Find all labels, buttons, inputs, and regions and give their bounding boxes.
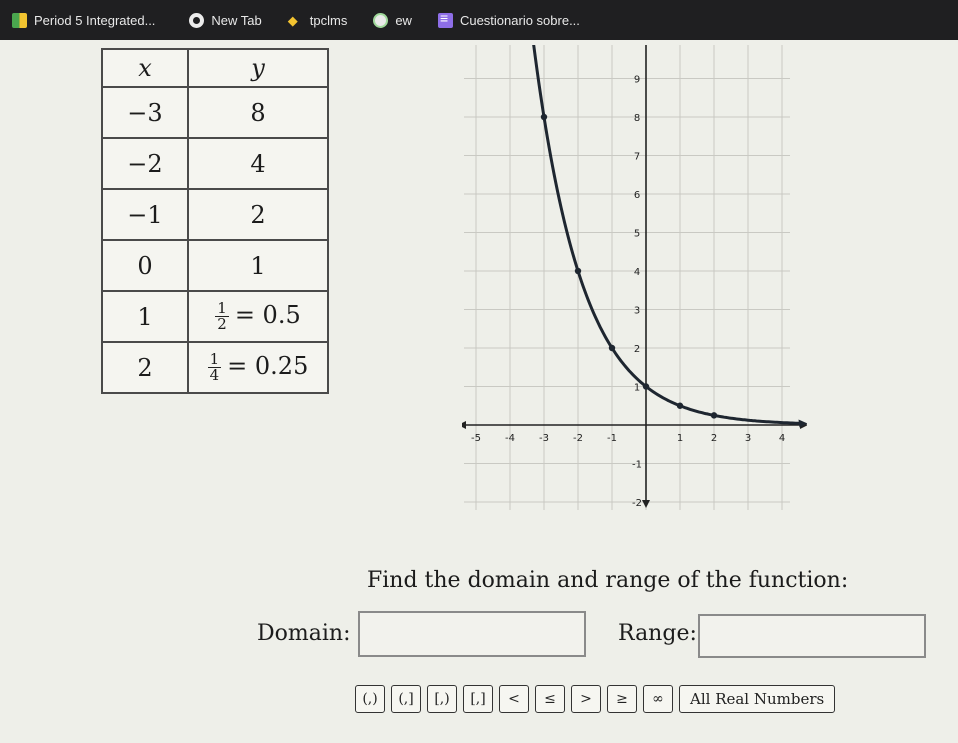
bookmark-cuestionario[interactable]: Cuestionario sobre...	[434, 0, 584, 40]
table-row: 2 1 4 = 0.25	[101, 341, 329, 394]
y-tick-label: 9	[634, 75, 640, 86]
function-curve	[532, 45, 803, 425]
bookmark-label: tpclms	[309, 12, 348, 28]
data-point	[676, 402, 684, 409]
table-header-y: y	[187, 48, 329, 88]
less-than-button[interactable]: <	[499, 685, 529, 713]
bookmark-label: ew	[395, 12, 412, 28]
grid-icon	[12, 12, 27, 28]
y-axis-arrow-down	[642, 500, 650, 508]
bookmark-period5[interactable]: Period 5 Integrated...	[8, 0, 159, 40]
table-row: −1 2	[101, 188, 329, 241]
ring-icon	[373, 12, 389, 28]
table-row: −2 4	[101, 137, 329, 190]
bookmark-label: New Tab	[211, 12, 262, 28]
x-tick-label: 3	[745, 433, 751, 444]
data-point	[574, 267, 582, 275]
y-tick-label: -1	[632, 460, 642, 471]
x-tick-label: -5	[471, 433, 481, 444]
y-tick-label: 7	[634, 152, 640, 163]
data-point	[608, 344, 616, 352]
bookmark-ew[interactable]: ew	[369, 0, 416, 40]
table-cell-x: 2	[101, 341, 189, 394]
table-header-row: x y	[101, 48, 329, 88]
all-real-numbers-button[interactable]: All Real Numbers	[679, 685, 836, 713]
x-tick-label: -1	[607, 433, 617, 444]
function-graph: -5 -4 -3 -2 -1 1 2 3 4 -2 -1 1 2 3 4 5 6 7 8 9 10	[462, 45, 807, 510]
y-tick-label: 8	[634, 113, 640, 124]
y-tick-label: 3	[634, 306, 640, 317]
bookmark-label: Period 5 Integrated...	[34, 12, 156, 28]
x-tick-label: 4	[779, 433, 785, 444]
diamond-icon: ◆	[287, 12, 298, 28]
table-row: 1 1 2 = 0.5	[101, 290, 329, 343]
bookmark-new-tab[interactable]: New Tab	[185, 0, 265, 40]
x-tick-label: -4	[505, 433, 515, 444]
fraction-value: = 0.5	[234, 301, 301, 329]
table-cell-y: 1 4 = 0.25	[187, 341, 329, 394]
symbol-toolbar: (,) (,] [,) [,] < ≤ > ≥ ∞ All Real Numbe…	[355, 685, 836, 713]
fraction: 1 4	[207, 352, 222, 384]
table-cell-y: 8	[187, 86, 329, 139]
table-cell-y: 2	[187, 188, 329, 241]
y-tick-label: 5	[634, 229, 640, 240]
infinity-button[interactable]: ∞	[643, 685, 673, 713]
closed-open-interval-button[interactable]: [,)	[427, 685, 457, 713]
bookmark-tpclms[interactable]: ◆ tpclms	[284, 0, 352, 40]
bookmarks-bar: Period 5 Integrated... New Tab ◆ tpclms …	[0, 0, 958, 40]
y-tick-label: 1	[634, 383, 640, 394]
y-tick-label: 2	[634, 344, 640, 355]
less-equal-button[interactable]: ≤	[535, 685, 565, 713]
open-open-interval-button[interactable]: (,)	[355, 685, 385, 713]
data-point	[710, 412, 718, 419]
x-tick-label: 2	[711, 433, 717, 444]
y-tick-label: 6	[634, 190, 640, 201]
question-prompt: Find the domain and range of the functio…	[367, 568, 849, 593]
table-cell-x: −2	[101, 137, 189, 190]
domain-input[interactable]	[358, 611, 586, 657]
fraction: 1 2	[215, 301, 229, 332]
y-tick-label: 4	[634, 267, 640, 278]
list-icon	[437, 10, 453, 28]
x-tick-label: -2	[573, 433, 583, 444]
x-tick-label: -3	[539, 433, 549, 444]
y-tick-label: -2	[632, 498, 642, 509]
table-cell-x: −3	[101, 86, 189, 139]
fraction-value: = 0.25	[227, 352, 309, 380]
range-input[interactable]	[698, 614, 926, 658]
table-row: −3 8	[101, 86, 329, 139]
table-header-x: x	[101, 48, 189, 88]
x-tick-label: 1	[677, 433, 683, 444]
range-label: Range:	[618, 621, 697, 646]
y-tick-label: 10	[631, 45, 644, 47]
table-cell-y: 4	[187, 137, 329, 190]
table-cell-x: −1	[101, 188, 189, 241]
closed-closed-interval-button[interactable]: [,]	[463, 685, 493, 713]
greater-equal-button[interactable]: ≥	[607, 685, 637, 713]
table-cell-x: 0	[101, 239, 189, 292]
fraction-denominator: 4	[209, 366, 220, 384]
xy-table: x y −3 8 −2 4 −1 2 0 1 1 1 2 = 0.5 2 1 4…	[101, 48, 329, 394]
fraction-denominator: 2	[217, 315, 227, 333]
x-axis-arrow-left	[462, 421, 466, 429]
domain-label: Domain:	[257, 621, 351, 646]
circle-icon	[189, 12, 205, 28]
open-closed-interval-button[interactable]: (,]	[391, 685, 421, 713]
bookmark-label: Cuestionario sobre...	[459, 12, 580, 28]
greater-than-button[interactable]: >	[571, 685, 601, 713]
table-cell-y: 1 2 = 0.5	[187, 290, 329, 343]
table-cell-x: 1	[101, 290, 189, 343]
table-row: 0 1	[101, 239, 329, 292]
data-point	[642, 383, 650, 390]
data-point	[540, 113, 548, 121]
table-cell-y: 1	[187, 239, 329, 292]
